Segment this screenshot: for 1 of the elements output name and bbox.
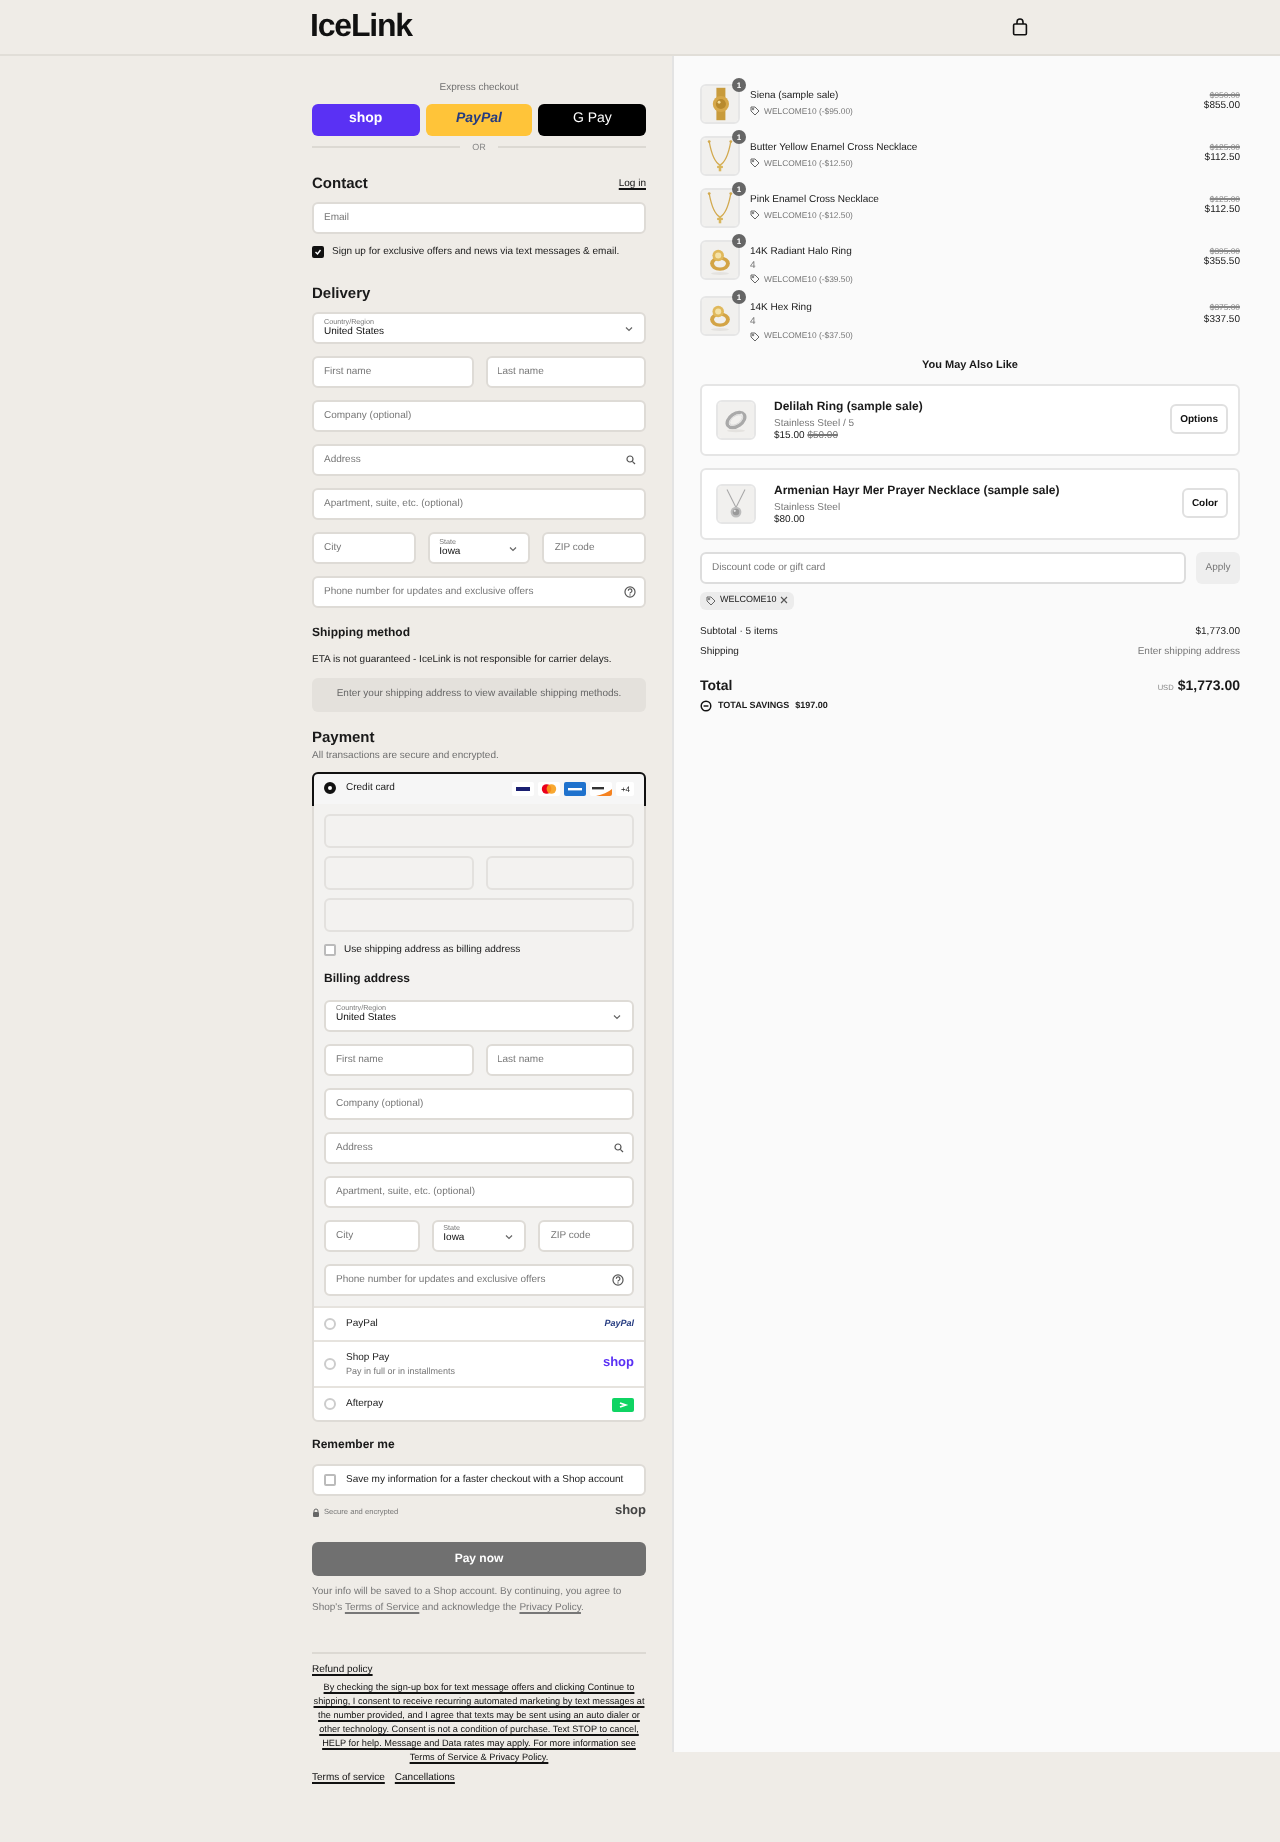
logo[interactable]: IceLink [310, 11, 412, 43]
